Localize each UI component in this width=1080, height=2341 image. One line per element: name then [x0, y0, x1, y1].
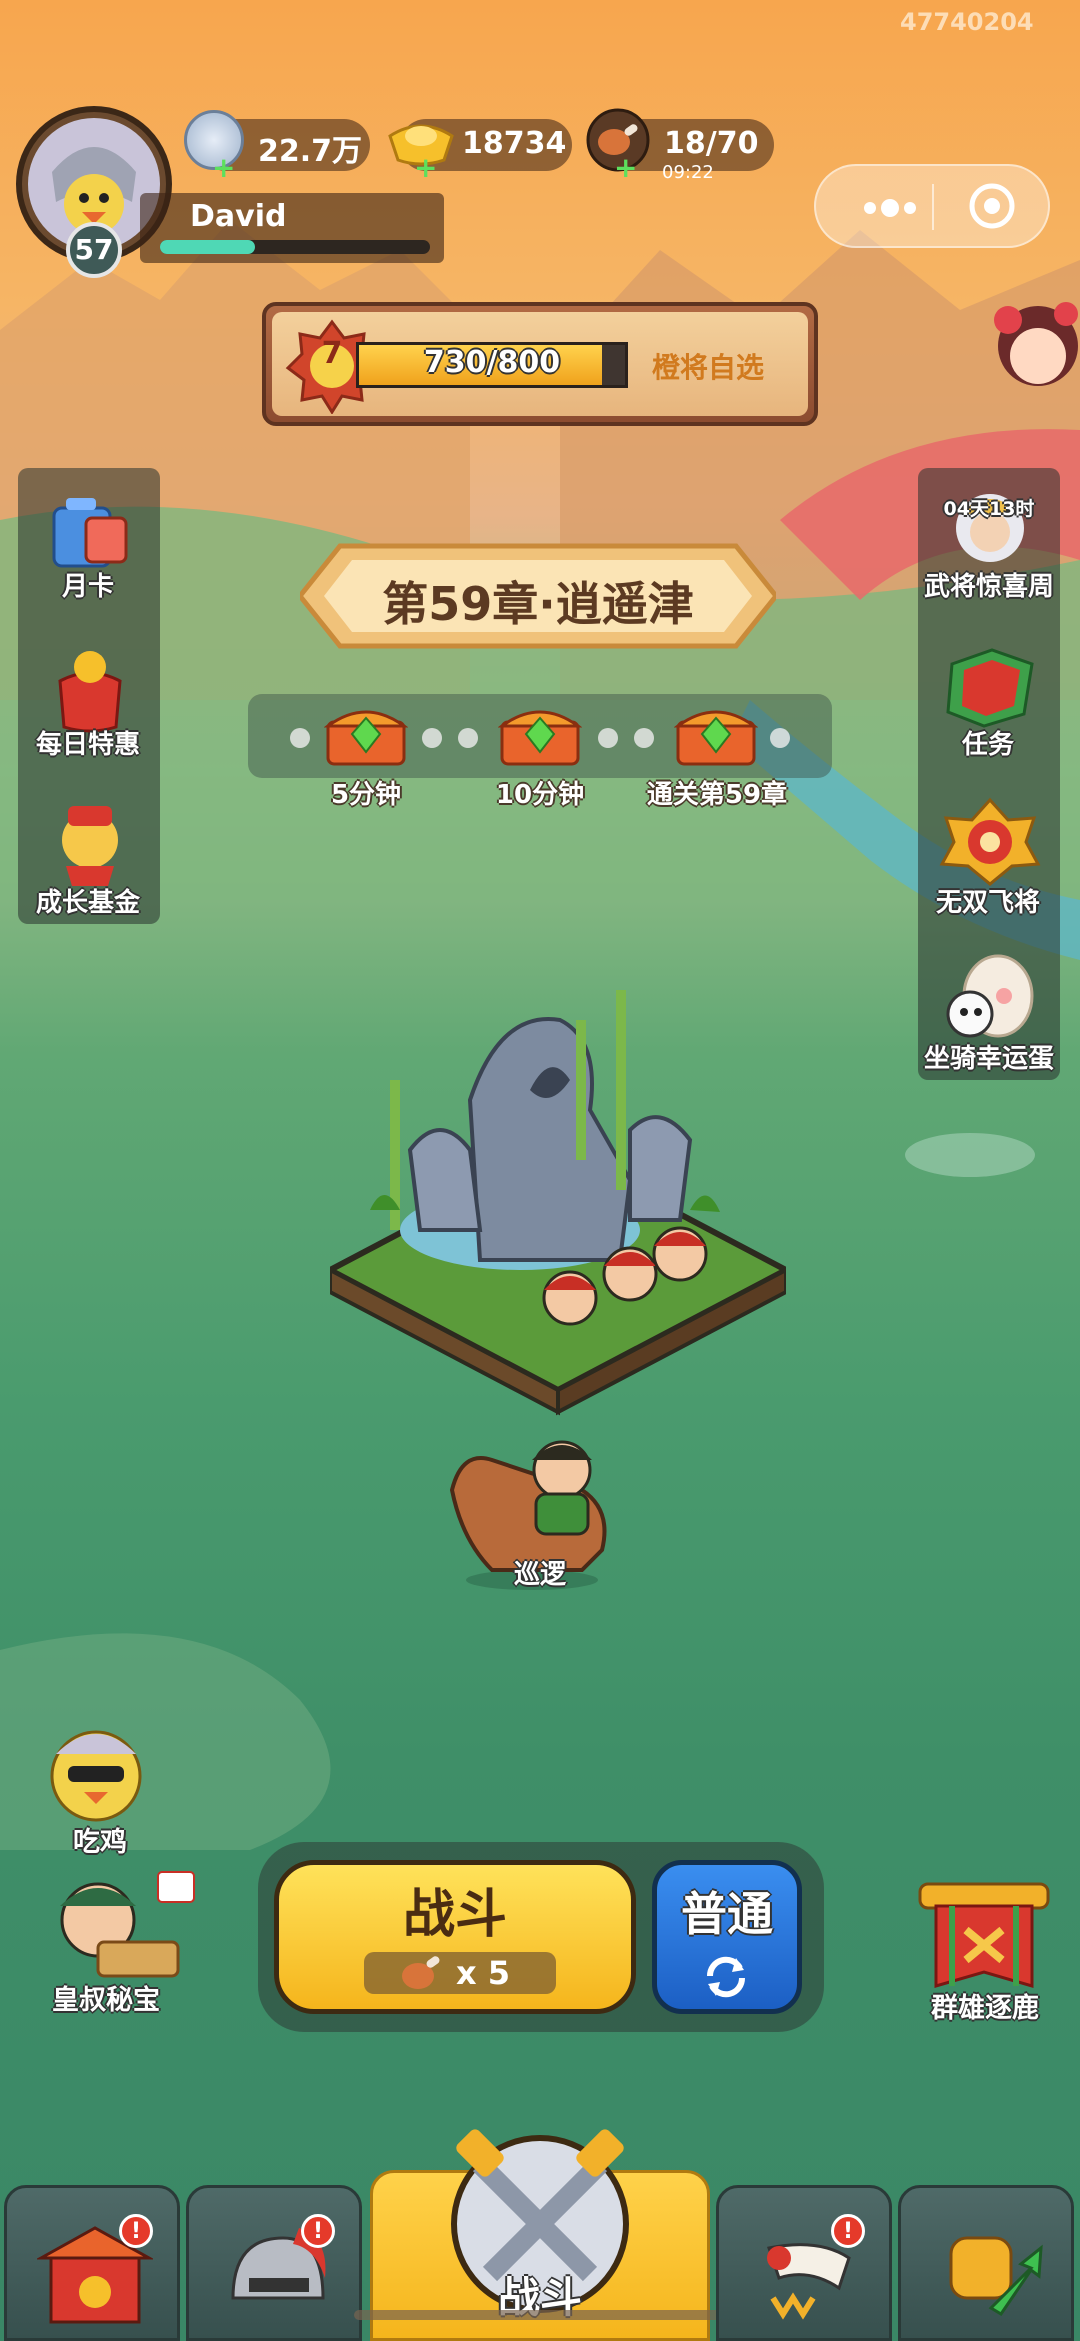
chest-reward-1[interactable]: [323, 698, 409, 768]
chest-label-2: 10分钟: [495, 780, 585, 810]
chest-label-3: 通关第59章: [646, 780, 788, 810]
uncle-treasure-icon[interactable]: [38, 1866, 198, 1986]
battle-mode-label: 普通: [681, 1887, 773, 1941]
quest-book-icon[interactable]: [940, 640, 1040, 728]
hero-status-label: 巡逻: [513, 1560, 566, 1590]
chicken-event-icon[interactable]: [32, 1714, 168, 1834]
chest-label-1: 5分钟: [330, 780, 402, 810]
capsule-divider: [932, 184, 934, 230]
refresh-icon: [706, 1956, 746, 1998]
left-menu-label-monthly[interactable]: 月卡: [18, 566, 158, 603]
add-gold-icon[interactable]: +: [414, 154, 437, 182]
lucky-egg-icon[interactable]: [934, 952, 1046, 1042]
add-silver-icon[interactable]: +: [212, 154, 236, 182]
left-menu-label-daily[interactable]: 每日特惠: [18, 724, 158, 761]
banner-label[interactable]: 群雄逐鹿: [900, 1986, 1070, 2025]
event-character-icon[interactable]: [986, 290, 1080, 410]
watermark: 47740204: [900, 8, 1034, 36]
growth-fund-icon[interactable]: [46, 800, 134, 890]
chest-icon: [673, 710, 759, 766]
nav-city-badge: !: [119, 2214, 153, 2248]
monthly-card-icon[interactable]: [46, 490, 134, 578]
fist-upgrade-icon: [949, 2236, 1043, 2317]
more-menu-icon[interactable]: [862, 196, 918, 224]
peerless-general-icon[interactable]: [934, 796, 1046, 886]
nav-tab-events[interactable]: !: [716, 2185, 892, 2341]
vip-level: 7: [321, 336, 343, 371]
home-indicator: [354, 2310, 740, 2320]
vip-reward-label[interactable]: 橙将自选: [652, 346, 764, 386]
vip-progress-text: 730/800: [423, 345, 561, 380]
surprise-timer: 04天13时: [943, 498, 1035, 520]
xp-bar-fill: [160, 240, 255, 254]
player-level: 57: [66, 222, 122, 278]
right-menu-label-quest[interactable]: 任务: [918, 724, 1058, 761]
nav-tab-upgrade[interactable]: [898, 2185, 1074, 2341]
player-name: David: [190, 199, 287, 234]
chest-reward-3[interactable]: [673, 698, 759, 768]
gold-amount: 18734: [462, 126, 567, 161]
nav-generals-badge: !: [301, 2214, 335, 2248]
gift-bag-icon[interactable]: [46, 645, 134, 735]
banner-icon[interactable]: [912, 1876, 1056, 1996]
right-menu-label-egg[interactable]: 坐骑幸运蛋: [900, 1038, 1078, 1075]
enemy-soldiers[interactable]: [520, 1218, 730, 1348]
nav-tab-generals[interactable]: !: [186, 2185, 362, 2341]
stamina-timer: 09:22: [662, 162, 714, 183]
right-menu-label-peerless[interactable]: 无双飞将: [918, 882, 1058, 919]
battle-button-label: 战斗: [402, 1885, 507, 1945]
chapter-title: 第59章·逍遥津: [382, 577, 694, 631]
chest-icon: [497, 710, 583, 766]
nav-events-badge: !: [831, 2214, 865, 2248]
battle-cost: x 5: [456, 1954, 511, 1992]
nav-tab-city[interactable]: !: [4, 2185, 180, 2341]
chest-icon: [323, 710, 409, 766]
close-miniprogram-icon[interactable]: [966, 180, 1018, 236]
left-menu-label-growth[interactable]: 成长基金: [18, 882, 158, 919]
silver-amount: 22.7万: [258, 134, 363, 169]
chest-reward-2[interactable]: [497, 698, 583, 768]
miniprogram-capsule: [814, 164, 1050, 248]
right-menu-label-surprise[interactable]: 武将惊喜周: [908, 566, 1070, 603]
add-stamina-icon[interactable]: +: [614, 154, 637, 182]
uncle-treasure-label[interactable]: 皇叔秘宝: [26, 1978, 186, 2017]
stage-island[interactable]: [330, 980, 786, 1420]
xp-bar: [160, 240, 430, 254]
meat-leg-icon: [402, 1956, 440, 1989]
chicken-event-label[interactable]: 吃鸡: [32, 1820, 168, 1859]
stamina-amount: 18/70: [664, 126, 759, 161]
